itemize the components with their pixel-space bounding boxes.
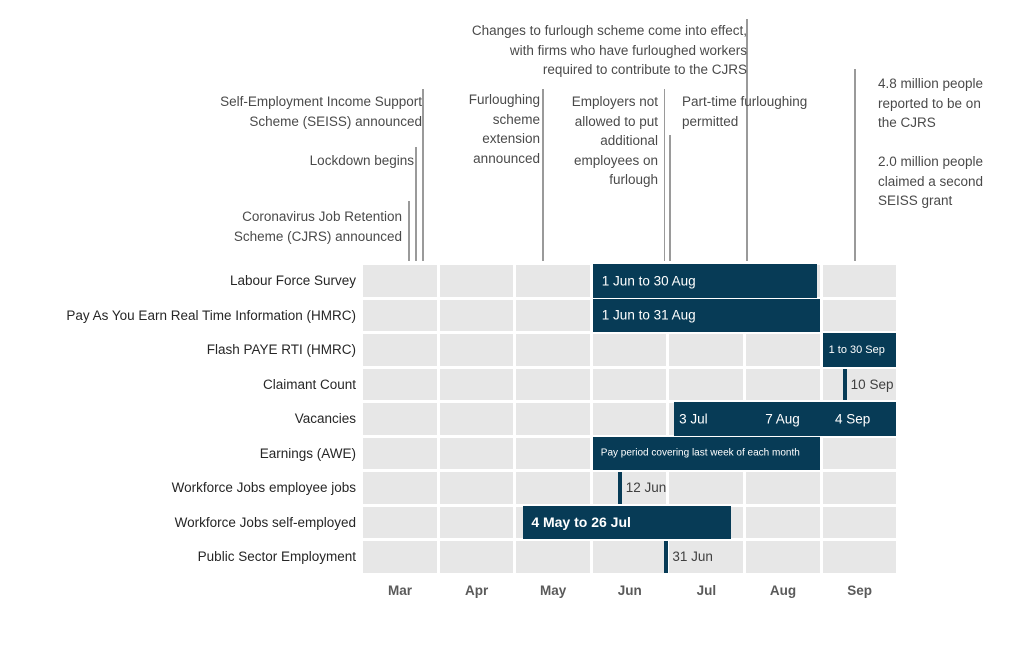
grid-cell	[516, 541, 590, 573]
month-tick-label: Sep	[847, 583, 872, 598]
bar-date-label: 3 Jul	[679, 411, 708, 427]
annotation-line	[422, 89, 424, 261]
grid-cell	[363, 334, 437, 366]
grid-cell	[669, 334, 743, 366]
span-bar: 1 Jun to 31 Aug	[592, 298, 820, 332]
timeline-chart: Labour Force Survey Pay As You Earn Real …	[0, 0, 1024, 646]
point-marker	[617, 472, 622, 504]
span-bar: Pay period covering last week of each mo…	[592, 436, 820, 470]
grid-cell	[746, 472, 820, 504]
span-bar: 1 Jun to 30 Aug	[592, 264, 818, 298]
point-label: 31 Jun	[672, 549, 713, 564]
grid-cell	[363, 368, 437, 400]
span-bar: 4 May to 26 Jul	[523, 505, 732, 539]
row-label: Flash PAYE RTI (HMRC)	[206, 342, 356, 357]
bar-label: 4 May to 26 Jul	[531, 514, 631, 531]
grid-cell	[439, 403, 514, 435]
grid-cell	[363, 299, 437, 331]
grid-cell	[439, 299, 514, 331]
annotation-line	[415, 147, 417, 261]
bar-date-label: 4 Sep	[834, 411, 871, 427]
row-label: Workforce Jobs employee jobs	[171, 480, 356, 495]
annotation-text: Employers not allowed to put additional …	[571, 94, 658, 187]
grid-cell	[822, 472, 897, 504]
annotation-text: Lockdown begins	[309, 153, 414, 168]
grid-cell	[516, 472, 590, 504]
grid-cell	[439, 506, 514, 538]
annotation-line	[663, 89, 666, 261]
annotation-text: Changes to furlough scheme come into eff…	[471, 23, 747, 77]
grid-cell	[439, 437, 514, 469]
month-tick-label: May	[540, 583, 567, 598]
grid-cell	[746, 506, 820, 538]
grid-cell	[516, 334, 590, 366]
grid-cell	[516, 403, 590, 435]
grid-cell	[439, 472, 514, 504]
grid-cell	[746, 541, 820, 573]
bar-label: Pay period covering last week of each mo…	[600, 447, 800, 459]
row-label: Workforce Jobs self-employed	[174, 514, 356, 530]
grid-cell	[363, 403, 437, 435]
grid-cell	[439, 265, 514, 297]
grid-cell	[516, 368, 590, 400]
point-label: 10 Sep	[850, 376, 894, 392]
grid-cell	[822, 299, 897, 331]
grid-cell	[822, 437, 897, 469]
grid-cell	[669, 472, 743, 504]
grid-cell	[592, 541, 667, 573]
month-tick-label: Mar	[387, 583, 412, 598]
grid-cell	[516, 299, 590, 331]
grid-cell	[516, 437, 590, 469]
row-label: Pay As You Earn Real Time Information (H…	[66, 307, 356, 323]
grid-cell	[822, 541, 897, 573]
grid-cell	[669, 368, 743, 400]
grid-cell	[439, 334, 514, 366]
grid-cell	[592, 403, 667, 435]
point-marker	[842, 368, 847, 400]
row-label: Claimant Count	[262, 376, 356, 392]
annotation-line	[669, 135, 671, 261]
point-label: 12 Jun	[625, 480, 667, 495]
grid-cell	[363, 437, 437, 469]
row-label: Earnings (AWE)	[259, 445, 356, 461]
annotation-line	[408, 201, 410, 261]
grid-cell	[363, 541, 437, 573]
bar-label: 1 Jun to 30 Aug	[601, 273, 696, 289]
bar-label: 1 Jun to 31 Aug	[601, 307, 696, 323]
annotation-text: 4.8 million people reported to be on the…	[878, 76, 984, 208]
grid-cell	[746, 334, 820, 366]
grid-cell	[516, 265, 590, 297]
grid-cell	[363, 472, 437, 504]
annotation-line	[542, 89, 544, 261]
month-tick-label: Apr	[464, 583, 489, 598]
bar-date-label: 7 Aug	[765, 411, 800, 427]
annotation-text: Part-time furloughing permitted	[682, 94, 808, 129]
grid-cell	[822, 506, 897, 538]
grid-cell	[746, 368, 820, 400]
bar-label: 1 to 30 Sep	[828, 343, 885, 356]
point-marker	[664, 541, 669, 573]
row-label: Vacancies	[294, 411, 356, 426]
month-tick-label: Jul	[696, 583, 717, 598]
annotation-text: Furloughing scheme extension announced	[468, 92, 540, 166]
grid-cell	[363, 506, 437, 538]
grid-cell	[592, 334, 667, 366]
grid-cell	[439, 541, 514, 573]
row-label: Public Sector Employment	[197, 549, 356, 564]
span-bar: 1 to 30 Sep	[822, 333, 897, 367]
month-tick-label: Jun	[617, 583, 642, 598]
annotation-line	[854, 69, 856, 261]
month-tick-label: Aug	[769, 583, 797, 598]
row-label: Labour Force Survey	[229, 273, 356, 288]
span-bar: 3 Jul 7 Aug 4 Sep	[674, 402, 897, 436]
annotation-text: Coronavirus Job Retention Scheme (CJRS) …	[233, 209, 402, 244]
grid-cell	[439, 368, 514, 400]
grid-cell	[363, 265, 437, 297]
annotation-text: Self-Employment Income Support Scheme (S…	[220, 94, 422, 129]
grid-cell	[592, 368, 667, 400]
grid-cell	[822, 265, 897, 297]
